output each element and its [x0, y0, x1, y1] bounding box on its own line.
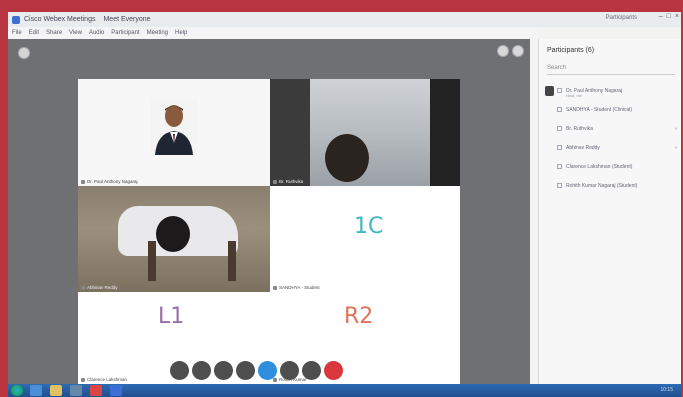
camera-dark-edge	[430, 79, 460, 186]
window-right-text: Participants	[605, 15, 637, 21]
tile-label: SANDHYA - Student	[273, 285, 320, 290]
participants-search[interactable]: Search	[547, 65, 675, 75]
start-button-icon[interactable]	[11, 385, 23, 396]
tile-label: Br. Ruthvika	[273, 179, 303, 184]
mic-icon	[81, 377, 85, 382]
mic-status-icon: ◐	[674, 125, 678, 132]
checkbox[interactable]	[557, 126, 562, 131]
menu-meeting[interactable]: Meeting	[147, 30, 168, 36]
maximize-button[interactable]: □	[667, 13, 671, 20]
ie-icon[interactable]	[30, 385, 42, 396]
menu-edit[interactable]: Edit	[29, 30, 39, 36]
checkbox[interactable]	[557, 88, 562, 93]
record-button[interactable]	[236, 361, 255, 380]
participant-item[interactable]: SANDHYA - Student (Clinical)	[545, 100, 680, 119]
windows-taskbar: 10:15	[8, 384, 681, 397]
end-meeting-button[interactable]	[324, 361, 343, 380]
menu-audio[interactable]: Audio	[89, 30, 104, 36]
close-button[interactable]: ×	[675, 13, 679, 20]
video-tile-camera-2[interactable]: Abhinav Reddy	[78, 186, 271, 292]
host-photo	[151, 99, 197, 155]
mute-button[interactable]	[170, 361, 189, 380]
chat-button[interactable]	[280, 361, 299, 380]
initials-badge: L1	[158, 304, 185, 329]
video-button[interactable]	[192, 361, 211, 380]
tile-label: Abhinav Reddy	[81, 285, 118, 290]
participant-arm	[148, 241, 156, 281]
checkbox[interactable]	[557, 145, 562, 150]
webex-taskbar-icon[interactable]	[110, 385, 122, 396]
mic-icon	[273, 285, 277, 290]
participant-item[interactable]: Rohith Kumar Nagaraj (Student)	[545, 176, 680, 195]
window-controls: – □ ×	[659, 13, 679, 20]
tray-clock: 10:15	[660, 387, 673, 393]
more-button[interactable]	[302, 361, 321, 380]
menu-view[interactable]: View	[69, 30, 82, 36]
system-tray: 10:15	[660, 387, 673, 393]
participants-list: Dr. Paul Anthony Nagaraj Host, me SANDHY…	[545, 81, 680, 195]
participant-face	[325, 134, 369, 182]
tile-label: Clarence Lakshman	[81, 377, 127, 382]
participant-item[interactable]: Dr. Paul Anthony Nagaraj Host, me	[545, 81, 680, 100]
initials-badge: R2	[344, 304, 374, 329]
participant-item[interactable]: Abhinav Reddy ◐	[545, 138, 680, 157]
video-tile-camera-1[interactable]: Br. Ruthvika	[270, 79, 460, 186]
layout-button[interactable]	[18, 47, 30, 59]
menu-participant[interactable]: Participant	[111, 30, 139, 36]
folder-icon[interactable]	[50, 385, 62, 396]
minimize-button[interactable]: –	[659, 13, 663, 20]
mic-icon	[81, 285, 85, 290]
participant-arm	[228, 241, 236, 281]
tile-label: Dr. Paul Anthony Nagaraj	[81, 179, 138, 184]
view-controls	[497, 45, 524, 57]
video-grid: Dr. Paul Anthony Nagaraj Br. Ruthvika Ab…	[8, 39, 530, 384]
video-tile-host[interactable]: Dr. Paul Anthony Nagaraj	[78, 79, 271, 186]
fullscreen-icon[interactable]	[512, 45, 524, 57]
participant-item[interactable]: Br. Ruthvika ◐	[545, 119, 680, 138]
menu-help[interactable]: Help	[175, 30, 187, 36]
webex-app-icon	[12, 15, 20, 24]
mic-icon	[81, 179, 85, 184]
meeting-control-bar	[170, 361, 343, 380]
mic-status-icon: ◐	[674, 144, 678, 151]
title-bar: Cisco Webex Meetings Meet Everyone Parti…	[8, 12, 681, 27]
window-subtitle: Meet Everyone	[103, 16, 151, 23]
media-icon[interactable]	[70, 385, 82, 396]
monitor-screen: Cisco Webex Meetings Meet Everyone Parti…	[8, 12, 681, 397]
participants-panel: Participants (6) Search Dr. Paul Anthony…	[538, 39, 681, 384]
checkbox[interactable]	[557, 107, 562, 112]
menu-file[interactable]: File	[12, 30, 22, 36]
participant-item[interactable]: Clarence Lakshman (Student)	[545, 157, 680, 176]
host-avatar-icon	[545, 85, 554, 96]
window-title: Cisco Webex Meetings	[24, 16, 96, 23]
taskbar-icons	[30, 385, 122, 396]
menu-share[interactable]: Share	[46, 30, 62, 36]
participant-head	[156, 216, 190, 252]
grid-view-icon[interactable]	[497, 45, 509, 57]
video-tile-initials-1c[interactable]: 1C SANDHYA - Student	[270, 186, 460, 292]
participants-title: Participants (6)	[547, 47, 595, 54]
mic-icon	[273, 179, 277, 184]
checkbox[interactable]	[557, 183, 562, 188]
menu-bar: File Edit Share View Audio Participant M…	[8, 27, 538, 39]
initials-badge: 1C	[354, 214, 384, 239]
share-button[interactable]	[214, 361, 233, 380]
chrome-icon[interactable]	[90, 385, 102, 396]
participants-button[interactable]	[258, 361, 277, 380]
checkbox[interactable]	[557, 164, 562, 169]
